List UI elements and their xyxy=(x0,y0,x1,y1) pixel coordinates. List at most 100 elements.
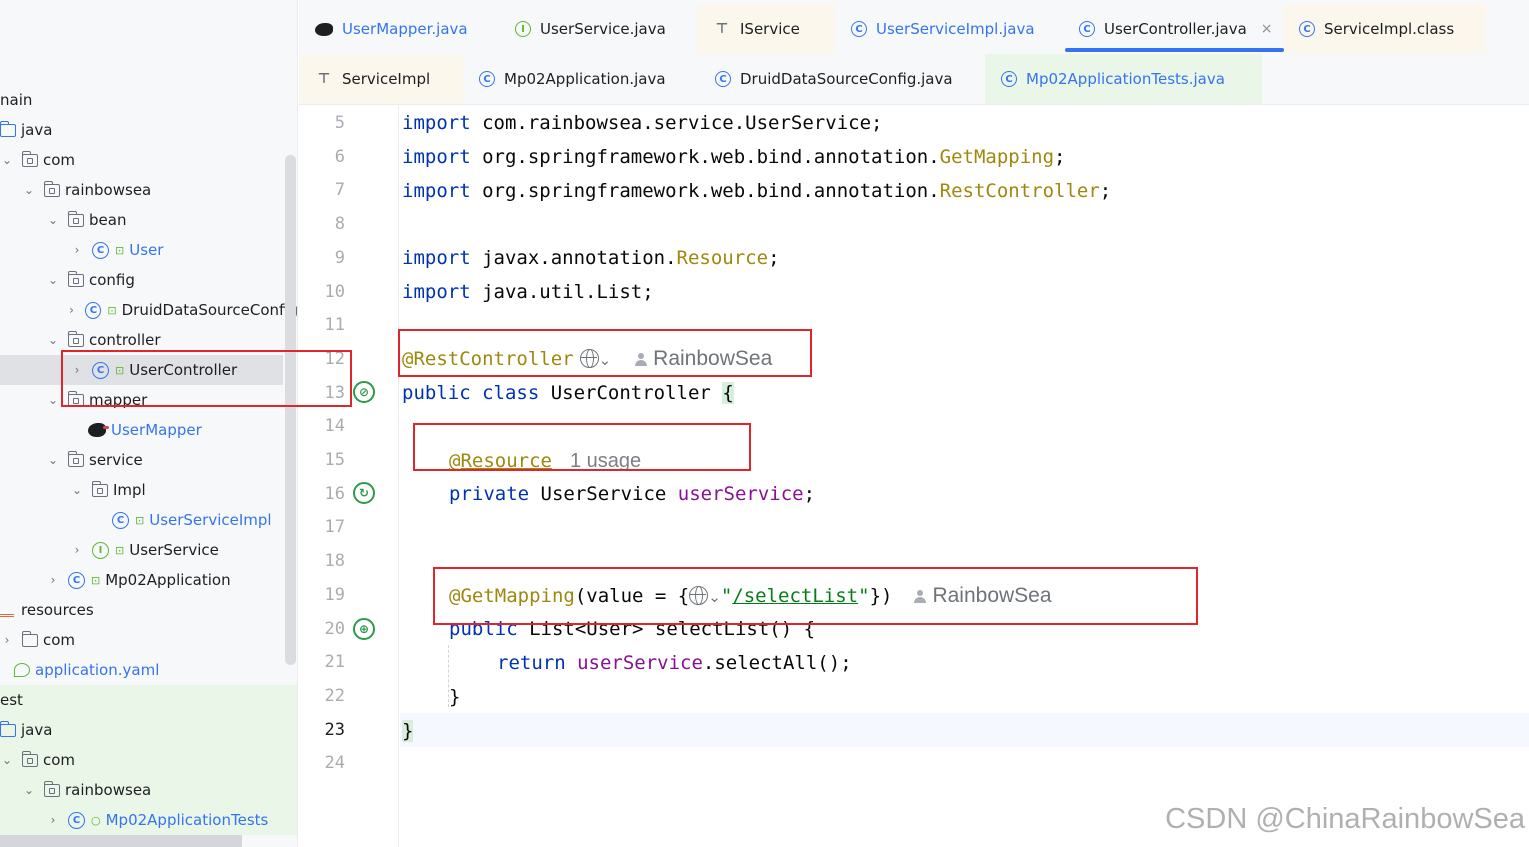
code-line-5: import com.rainbowsea.service.UserServic… xyxy=(402,106,882,140)
tree-item-java[interactable]: java xyxy=(0,715,297,745)
annotation: @RestController xyxy=(402,348,574,370)
tree-scrollbar[interactable] xyxy=(285,155,296,665)
tree-item-user[interactable]: › C ⊡ User xyxy=(0,235,297,265)
chevron-down-icon[interactable]: ⌄ xyxy=(599,352,612,369)
keyword: import xyxy=(402,247,471,269)
tab-label: ServiceImpl xyxy=(342,70,431,88)
chevron-right-icon[interactable]: › xyxy=(70,363,84,377)
tree-item-nain[interactable]: nain xyxy=(0,85,297,115)
tab-usermapper[interactable]: UserMapper.java xyxy=(299,4,468,54)
tree-item-userserviceimpl[interactable]: C ⊡ UserServiceImpl xyxy=(0,505,297,535)
class-icon: C xyxy=(1299,21,1315,37)
tree-horizontal-scrollbar[interactable] xyxy=(0,835,242,847)
line-number: 6 xyxy=(334,146,345,167)
tree-item-mp02application[interactable]: › C ⊡ Mp02Application xyxy=(0,565,297,595)
tab-druiddatasourceconfig[interactable]: C DruidDataSourceConfig.java xyxy=(699,54,953,104)
tab-userservice[interactable]: I UserService.java xyxy=(499,4,666,54)
tab-mp02application[interactable]: C Mp02Application.java xyxy=(463,54,666,104)
globe-icon[interactable] xyxy=(689,586,709,605)
package-folder-icon xyxy=(67,210,84,227)
test-source-folder-icon xyxy=(0,720,16,737)
tab-label: Mp02Application.java xyxy=(504,70,666,88)
code-text: .selectAll(); xyxy=(702,652,852,674)
chevron-down-icon[interactable]: ⌄ xyxy=(22,783,36,797)
chevron-down-icon[interactable]: ⌄ xyxy=(708,589,721,606)
chevron-down-icon[interactable]: ⌄ xyxy=(0,753,14,767)
chevron-right-icon[interactable]: › xyxy=(70,243,84,257)
keyword: import xyxy=(402,112,471,134)
autowired-gutter-icon[interactable]: ↻ xyxy=(353,482,375,504)
tree-item-config[interactable]: ⌄ config xyxy=(0,265,297,295)
tree-item-mp02applicationtests[interactable]: › C ○ Mp02ApplicationTests xyxy=(0,805,297,835)
tree-item-label: Impl xyxy=(113,481,146,499)
package-folder-icon xyxy=(67,390,84,407)
chevron-right-icon[interactable]: › xyxy=(70,543,84,557)
tree-item-mapper[interactable]: ⌄ mapper xyxy=(0,385,297,415)
tree-item-application-yaml[interactable]: application.yaml xyxy=(0,655,297,685)
line-number: 18 xyxy=(324,551,345,572)
code-line-15: @Resource 1 usage xyxy=(449,444,641,478)
chevron-right-icon[interactable]: › xyxy=(65,303,78,317)
code-editor[interactable]: 5 6 7 8 9 10 11 12 13 14 15 16 17 18 19 20 21 22 23 24 ⊘ ↻ … xyxy=(299,105,1529,847)
author-hint[interactable]: RainbowSea xyxy=(932,584,1051,607)
chevron-right-icon[interactable]: › xyxy=(46,813,60,827)
code-line-10: import java.util.List; xyxy=(402,275,654,309)
tree-item-rainbowsea[interactable]: ⌄ rainbowsea xyxy=(0,775,297,805)
author-hint[interactable]: RainbowSea xyxy=(653,347,772,370)
tab-userserviceimpl[interactable]: C UserServiceImpl.java xyxy=(835,4,1035,54)
tree-item-label: est xyxy=(0,691,23,709)
tree-item-est[interactable]: est xyxy=(0,685,297,715)
interface-icon: I xyxy=(515,21,531,37)
tree-item-usercontroller[interactable]: › C ⊡ UserController xyxy=(0,355,283,385)
annotation-name: Resource xyxy=(676,247,769,269)
tree-item-resources[interactable]: resources xyxy=(0,595,297,625)
tab-iservice[interactable]: ⊤ IService xyxy=(697,4,835,54)
tree-item-com[interactable]: ⌄ com xyxy=(0,745,297,775)
chevron-down-icon[interactable]: ⌄ xyxy=(46,333,60,347)
chevron-down-icon[interactable]: ⌄ xyxy=(22,183,36,197)
tree-item-com[interactable]: ⌄ com xyxy=(0,145,297,175)
string-literal[interactable]: /selectList xyxy=(732,585,858,607)
tree-item-service[interactable]: ⌄ service xyxy=(0,445,297,475)
test-class-icon: C xyxy=(68,811,85,829)
annotation: @Resource xyxy=(449,450,552,472)
code-line-6: import org.springframework.web.bind.anno… xyxy=(402,140,1065,174)
tab-label: IService xyxy=(740,20,800,38)
spring-bean-gutter-icon[interactable]: ⊘ xyxy=(353,381,375,403)
close-icon[interactable]: × xyxy=(1261,21,1273,37)
chevron-right-icon[interactable]: › xyxy=(0,633,14,647)
usage-hint[interactable]: 1 usage xyxy=(570,450,641,472)
tree-item-impl[interactable]: ⌄ Impl xyxy=(0,475,297,505)
keyword: import xyxy=(402,281,471,303)
tree-item-usermapper[interactable]: UserMapper xyxy=(0,415,297,445)
web-endpoint-gutter-icon[interactable]: ⊕ xyxy=(353,618,375,640)
tree-item-userservice[interactable]: › I ⊡ UserService xyxy=(0,535,297,565)
chevron-down-icon[interactable]: ⌄ xyxy=(0,153,14,167)
tree-item-label: UserMapper xyxy=(111,421,202,439)
tree-item-bean[interactable]: ⌄ bean xyxy=(0,205,297,235)
tree-item-rainbowsea[interactable]: ⌄ rainbowsea xyxy=(0,175,297,205)
chevron-down-icon[interactable]: ⌄ xyxy=(46,393,60,407)
chevron-down-icon[interactable]: ⌄ xyxy=(70,483,84,497)
tree-item-java[interactable]: java xyxy=(0,115,297,145)
tab-label: DruidDataSourceConfig.java xyxy=(740,70,953,88)
line-number: 7 xyxy=(334,180,345,201)
tree-item-controller[interactable]: ⌄ controller xyxy=(0,325,297,355)
tree-item-druiddatasourceconfig[interactable]: › C ⊡ DruidDataSourceConfig xyxy=(0,295,297,325)
tab-serviceimpl[interactable]: ⊤ ServiceImpl xyxy=(299,54,463,104)
chevron-down-icon[interactable]: ⌄ xyxy=(46,453,60,467)
tab-usercontroller[interactable]: C UserController.java × xyxy=(1063,4,1273,54)
chevron-down-icon[interactable]: ⌄ xyxy=(46,213,60,227)
package-folder-icon xyxy=(43,780,60,797)
current-line-highlight xyxy=(400,713,1529,747)
globe-icon[interactable] xyxy=(579,349,599,368)
tab-mp02applicationtests[interactable]: C Mp02ApplicationTests.java xyxy=(985,54,1262,104)
tab-serviceimpl-class[interactable]: C ServiceImpl.class xyxy=(1283,4,1486,54)
chevron-right-icon[interactable]: › xyxy=(46,573,60,587)
chevron-down-icon[interactable]: ⌄ xyxy=(46,273,60,287)
annotation-name: RestController xyxy=(939,180,1100,202)
tree-item-com[interactable]: › com xyxy=(0,625,297,655)
tree-item-label: rainbowsea xyxy=(65,181,152,199)
package-folder-icon xyxy=(67,270,84,287)
tab-label: UserService.java xyxy=(540,20,666,38)
